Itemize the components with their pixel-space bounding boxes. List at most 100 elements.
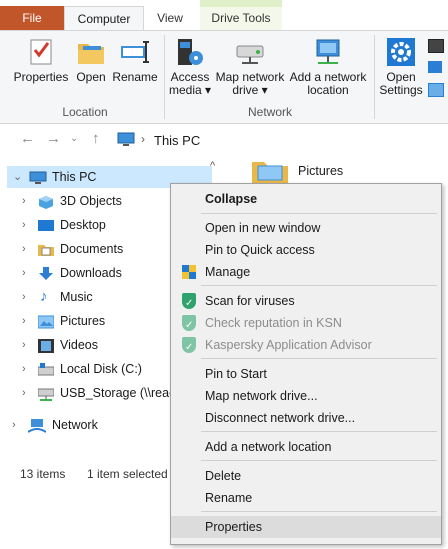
drive-tools-context-header [200,0,282,7]
properties-button[interactable]: Properties [10,36,72,84]
tab-file[interactable]: File [0,6,64,30]
ribbon-tabs: File Computer View Drive Tools [0,0,448,31]
chevron-right-icon[interactable]: › [22,190,26,212]
disk-icon [37,362,55,376]
menu-separator [201,213,437,214]
ribbon-separator [374,35,375,119]
menu-item-properties[interactable]: Properties [171,516,441,538]
chevron-right-icon[interactable]: › [22,358,26,380]
tree-label: Network [52,418,98,432]
media-icon [174,36,206,68]
menu-item-manage[interactable]: Manage [171,261,441,283]
tree-label: Downloads [60,266,122,280]
menu-item-disconnect-network-drive[interactable]: Disconnect network drive... [171,407,441,429]
kaspersky-shield-icon [181,315,197,337]
chevron-right-icon[interactable]: › [22,286,26,308]
download-icon [38,266,54,280]
address-box[interactable]: › This PC [110,127,442,153]
tree-label: Videos [60,338,98,352]
videos-icon [38,338,54,353]
recent-chevron-down-icon[interactable]: ⌄ [70,133,78,144]
documents-icon [38,242,54,256]
network-drive-icon [37,386,55,401]
network-drive-icon [234,36,266,68]
address-bar-row: ← → ⌄ ↑ › This PC [0,124,448,154]
address-path[interactable]: This PC [154,133,200,148]
context-menu: Collapse Open in new window Pin to Quick… [170,183,442,545]
properties-label: Properties [13,70,69,84]
back-arrow-icon[interactable]: ← [20,130,35,147]
network-group-label: Network [247,105,292,119]
desktop-icon [38,218,54,232]
chevron-right-icon[interactable]: › [22,214,26,236]
location-group-label: Location [62,105,108,119]
menu-separator [201,358,437,359]
map-drive-line2: drive ▾ [232,83,268,97]
menu-item-check-reputation: Check reputation in KSN [171,312,441,337]
add-location-line2: location [307,83,349,97]
chevron-right-icon[interactable]: › [22,310,26,332]
tab-drive-tools[interactable]: Drive Tools [200,7,282,30]
music-icon: ♪ [40,288,48,305]
path-separator: › [141,132,145,146]
open-settings-line1: Open [386,70,416,84]
status-selected-count: 1 item selected [87,467,168,481]
content-item-pictures[interactable]: Pictures [298,164,343,178]
menu-separator [201,285,437,286]
tab-view[interactable]: View [148,7,192,30]
uninstall-program-icon[interactable] [428,39,444,53]
open-folder-icon [75,36,107,68]
chevron-right-icon[interactable]: › [22,262,26,284]
rename-button[interactable]: Rename [112,36,158,84]
chevron-right-icon[interactable]: › [22,238,26,260]
tree-label: Music [60,290,93,304]
open-settings-button[interactable]: Open Settings [378,36,424,97]
map-network-drive-button[interactable]: Map network drive ▾ [214,36,286,97]
this-pc-icon [117,132,135,146]
network-location-icon [312,36,344,68]
menu-item-pin-start[interactable]: Pin to Start [171,363,441,385]
manage-icon[interactable] [428,83,444,97]
status-bar: 13 items 1 item selected [0,462,175,486]
tree-label: Desktop [60,218,106,232]
menu-item-scan-viruses[interactable]: Scan for viruses [171,290,441,315]
up-arrow-icon[interactable]: ↑ [92,130,100,147]
access-media-line2: media ▾ [168,83,212,97]
kaspersky-shield-icon [181,293,197,315]
tab-computer[interactable]: Computer [64,6,144,31]
chevron-right-icon[interactable]: › [22,334,26,356]
access-media-line1: Access [170,70,210,84]
open-label: Open [76,70,106,84]
menu-item-rename[interactable]: Rename [171,487,441,509]
open-button[interactable]: Open [72,36,110,84]
menu-item-delete[interactable]: Delete [171,465,441,487]
menu-item-collapse[interactable]: Collapse [171,188,441,210]
menu-separator [201,431,437,432]
network-icon [27,418,47,433]
add-network-location-button[interactable]: Add a network location [288,36,368,97]
access-media-button[interactable]: Access media ▾ [167,36,213,97]
chevron-right-icon[interactable]: › [22,382,26,404]
map-drive-line1: Map network [215,70,285,84]
system-properties-icon[interactable] [428,61,442,73]
rename-label: Rename [112,70,158,84]
ribbon-separator [164,35,165,119]
tree-label: Pictures [60,314,106,328]
menu-separator [201,460,437,461]
tree-label: Local Disk (C:) [60,362,142,376]
tree-label: Documents [60,242,124,256]
chevron-down-icon[interactable]: ⌄ [13,166,22,188]
menu-item-kaspersky-advisor: Kaspersky Application Advisor [171,334,441,359]
cube-icon [38,194,54,209]
menu-item-map-network-drive[interactable]: Map network drive... [171,385,441,407]
this-pc-icon [29,170,47,184]
forward-arrow-icon[interactable]: → [46,130,61,147]
menu-item-open-new-window[interactable]: Open in new window [171,217,441,239]
chevron-right-icon[interactable]: › [12,414,16,436]
scroll-up-icon[interactable]: ^ [210,160,215,172]
tree-label: This PC [52,170,97,184]
kaspersky-shield-icon [181,337,197,359]
menu-item-pin-quick-access[interactable]: Pin to Quick access [171,239,441,261]
ribbon: Properties Open Rename Location Access m… [0,30,448,124]
menu-item-add-network-location[interactable]: Add a network location [171,436,441,458]
